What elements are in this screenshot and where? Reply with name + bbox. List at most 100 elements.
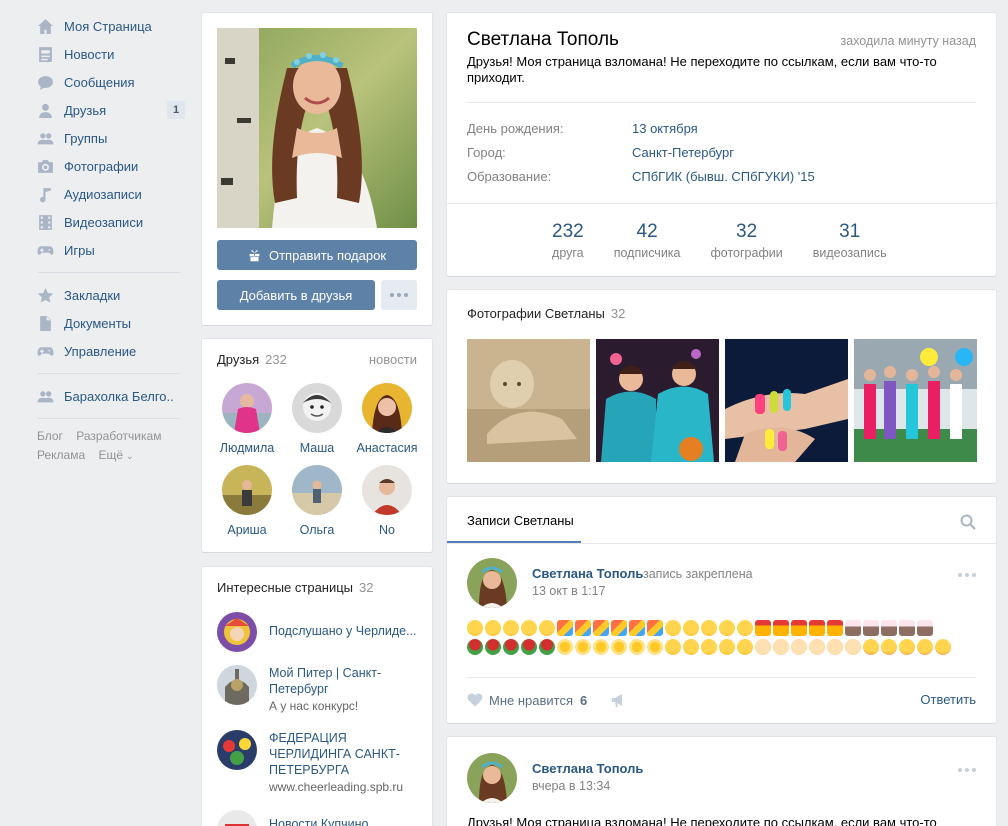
- info-key: День рождения:: [467, 121, 564, 136]
- friend-item[interactable]: Ариша: [212, 465, 282, 537]
- photos-title[interactable]: Фотографии Светланы: [467, 306, 605, 321]
- info-row-birthday: День рождения: 13 октября: [467, 121, 698, 136]
- home-icon: [35, 17, 55, 35]
- counter-photos[interactable]: 32 фотографии: [696, 221, 798, 260]
- emoji-glyph: [917, 620, 933, 636]
- friend-item[interactable]: Ольга: [282, 465, 352, 537]
- music-icon: [35, 185, 55, 203]
- page-item[interactable]: Мой Питер | Санкт-Петербург А у нас конк…: [217, 665, 417, 714]
- nav-item-bookmarks[interactable]: Закладки: [30, 281, 190, 309]
- emoji-glyph: [899, 639, 915, 655]
- megaphone-icon: [612, 694, 622, 707]
- pages-title[interactable]: Интересные страницы: [217, 580, 353, 595]
- reply-link[interactable]: Ответить: [920, 692, 976, 707]
- friend-name: No: [379, 523, 395, 537]
- page-subtitle: А у нас конкурс!: [269, 699, 359, 713]
- like-button[interactable]: Мне нравится 6: [467, 692, 587, 708]
- info-value-link[interactable]: Санкт-Петербург: [632, 145, 734, 160]
- nav-item-my-page[interactable]: Моя Страница: [30, 12, 190, 40]
- info-value-link[interactable]: 13 октября: [632, 121, 698, 136]
- friends-title[interactable]: Друзья: [217, 352, 259, 367]
- nav-item-friends[interactable]: Друзья 1: [30, 96, 190, 124]
- nav-item-photos[interactable]: Фотографии: [30, 152, 190, 180]
- friends-card: Друзья 232 новости Людмила Маша Анастасия: [202, 339, 432, 552]
- counter-friends[interactable]: 232 друга: [537, 221, 599, 260]
- post-author-avatar[interactable]: [467, 558, 517, 608]
- info-value-link[interactable]: СПбГИК (бывш. СПбГУКИ) '15: [632, 169, 815, 184]
- friend-avatar: [292, 383, 342, 433]
- footer-link-ads[interactable]: Реклама: [37, 448, 85, 462]
- emoji-glyph: [719, 620, 735, 636]
- friend-item[interactable]: Маша: [282, 383, 352, 455]
- page-item[interactable]: ФЕДЕРАЦИЯ ЧЕРЛИДИНГА САНКТ-ПЕТЕРБУРГА ww…: [217, 730, 417, 795]
- groups-icon: [35, 387, 55, 405]
- nav-item-games[interactable]: Игры: [30, 236, 190, 264]
- online-status: заходила минуту назад: [840, 34, 976, 48]
- gift-icon: [249, 249, 260, 261]
- friends-news-link[interactable]: новости: [369, 352, 417, 367]
- post-author-name[interactable]: Светлана Тополь: [532, 761, 643, 776]
- friend-item[interactable]: Анастасия: [352, 383, 422, 455]
- emoji-glyph: [575, 639, 591, 655]
- nav-item-groups[interactable]: Группы: [30, 124, 190, 152]
- friends-count: 232: [265, 352, 287, 367]
- counter-label: друга: [552, 246, 584, 260]
- page-item[interactable]: Новости Купчино: [217, 810, 417, 826]
- counter-videos[interactable]: 31 видеозапись: [798, 221, 902, 260]
- search-icon[interactable]: [960, 514, 976, 530]
- emoji-glyph: [503, 639, 519, 655]
- nav-item-documents[interactable]: Документы: [30, 309, 190, 337]
- nav-item-video[interactable]: Видеозаписи: [30, 208, 190, 236]
- post-date[interactable]: 13 окт в 1:17: [532, 584, 606, 598]
- emoji-glyph: [701, 639, 717, 655]
- footer-link-developers[interactable]: Разработчикам: [76, 429, 161, 443]
- share-button[interactable]: [610, 692, 626, 711]
- friend-item[interactable]: No: [352, 465, 422, 537]
- counter-followers[interactable]: 42 подписчика: [599, 221, 696, 260]
- nav-item-messages[interactable]: Сообщения: [30, 68, 190, 96]
- post-author-avatar[interactable]: [467, 753, 517, 803]
- add-friend-button[interactable]: Добавить в друзья: [217, 280, 375, 310]
- page-name: Мой Питер | Санкт-Петербург: [269, 666, 382, 696]
- page-item[interactable]: Подслушано у Черлиде...: [217, 612, 417, 652]
- friend-name: Ольга: [299, 523, 335, 537]
- page-name: ФЕДЕРАЦИЯ ЧЕРЛИДИНГА САНКТ-ПЕТЕРБУРГА: [269, 731, 400, 777]
- counter-label: фотографии: [710, 246, 783, 260]
- emoji-glyph: [557, 639, 573, 655]
- photo-thumbnail[interactable]: [725, 339, 848, 462]
- profile-avatar[interactable]: [217, 28, 417, 228]
- more-actions-button[interactable]: [381, 280, 417, 310]
- groups-icon: [35, 129, 55, 147]
- pages-count: 32: [359, 580, 374, 595]
- emoji-glyph: [809, 620, 825, 636]
- post-more-button[interactable]: [958, 768, 976, 772]
- emoji-glyph: [557, 620, 573, 636]
- page-avatar: [217, 810, 257, 826]
- tab-wall-posts[interactable]: Записи Светланы: [467, 513, 574, 528]
- photo-thumbnail[interactable]: [467, 339, 590, 462]
- info-row-education: Образование: СПбГИК (бывш. СПбГУКИ) '15: [467, 169, 815, 184]
- emoji-glyph: [593, 639, 609, 655]
- emoji-glyph: [683, 620, 699, 636]
- photo-thumbnail[interactable]: [854, 339, 977, 462]
- nav-item-news[interactable]: Новости: [30, 40, 190, 68]
- photo-thumbnail[interactable]: [596, 339, 719, 462]
- emoji-glyph: [755, 620, 771, 636]
- emoji-glyph: [521, 639, 537, 655]
- post-more-button[interactable]: [958, 573, 976, 577]
- nav-item-audio[interactable]: Аудиозаписи: [30, 180, 190, 208]
- post-date[interactable]: вчера в 13:34: [532, 779, 610, 793]
- nav-item-manage[interactable]: Управление: [30, 337, 190, 365]
- footer-link-more[interactable]: Ещё ⌄: [98, 448, 143, 462]
- friend-item[interactable]: Людмила: [212, 383, 282, 455]
- nav-label: Управление: [64, 343, 137, 359]
- emoji-glyph: [485, 639, 501, 655]
- send-gift-button[interactable]: Отправить подарок: [217, 240, 417, 270]
- footer-link-blog[interactable]: Блог: [37, 429, 63, 443]
- friends-grid: Людмила Маша Анастасия Ариша Ольга No: [212, 383, 422, 537]
- post-author-name[interactable]: Светлана Тополь: [532, 566, 643, 581]
- nav-label: Барахолка Белго..: [64, 388, 174, 404]
- divider: [467, 102, 976, 103]
- emoji-glyph: [575, 620, 591, 636]
- nav-item-group-baraholka[interactable]: Барахолка Белго..: [30, 382, 190, 410]
